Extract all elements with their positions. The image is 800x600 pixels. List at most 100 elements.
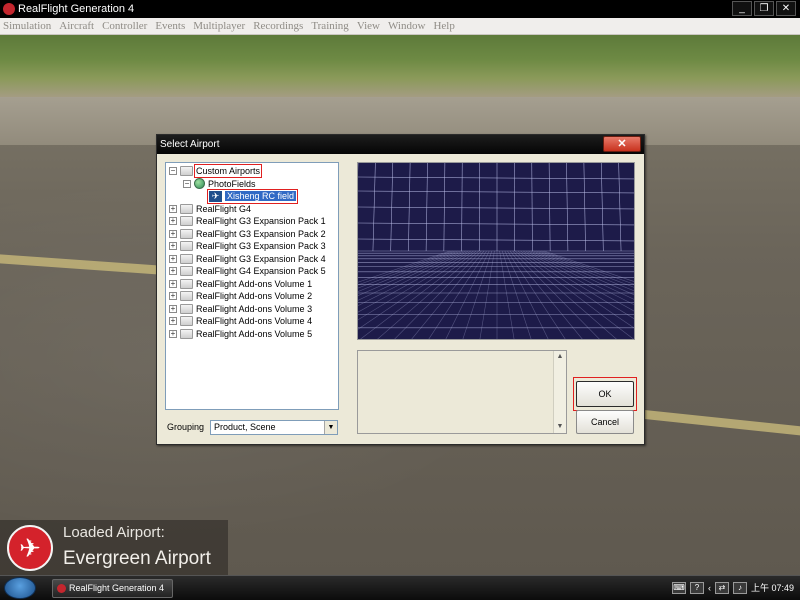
globe-icon xyxy=(194,178,205,190)
tree-label: RealFlight G4 xyxy=(196,203,252,214)
dialog-title: Select Airport xyxy=(160,139,220,150)
folder-icon xyxy=(180,228,193,239)
tree-node[interactable]: + RealFlight G3 Expansion Pack 3 xyxy=(166,240,338,253)
taskbar: RealFlight Generation 4 ⌨ ? ‹ ⇄ ♪ 上午 07:… xyxy=(0,575,800,600)
menu-simulation[interactable]: Simulation xyxy=(3,20,51,32)
grid-line xyxy=(358,190,634,194)
dialog-titlebar: Select Airport ✕ xyxy=(157,135,644,154)
window-controls: _ ❐ ✕ xyxy=(732,1,796,16)
menu-training[interactable]: Training xyxy=(311,20,349,32)
tree-node-custom-airports[interactable]: − Custom Airports xyxy=(166,164,338,179)
grid-line xyxy=(411,250,485,339)
collapse-icon[interactable]: − xyxy=(169,167,177,176)
expand-icon[interactable]: + xyxy=(169,279,177,288)
expand-icon[interactable]: + xyxy=(169,292,177,301)
tree-node[interactable]: + RealFlight Add-ons Volume 1 xyxy=(166,278,338,291)
menu-view[interactable]: View xyxy=(357,20,380,32)
dialog-close-icon[interactable]: ✕ xyxy=(603,136,641,152)
tree-node[interactable]: + RealFlight G4 xyxy=(166,203,338,216)
menu-window[interactable]: Window xyxy=(388,20,425,32)
grid-line xyxy=(531,163,533,252)
grouping-label: Grouping xyxy=(167,422,205,432)
tray-expand-icon[interactable]: ‹ xyxy=(708,583,711,593)
help-icon[interactable]: ? xyxy=(689,581,704,594)
menu-recordings[interactable]: Recordings xyxy=(253,20,303,32)
grid-line xyxy=(461,163,463,252)
grid-line xyxy=(408,163,411,252)
close-icon[interactable]: ✕ xyxy=(776,1,796,16)
restore-icon[interactable]: ❐ xyxy=(754,1,774,16)
expand-icon[interactable]: + xyxy=(169,329,177,338)
network-icon[interactable]: ⇄ xyxy=(714,581,729,594)
select-airport-dialog: Select Airport ✕ − Custom Airports − Pho… xyxy=(156,134,645,445)
minimize-icon[interactable]: _ xyxy=(732,1,752,16)
folder-icon xyxy=(180,253,193,264)
clock: 上午 07:49 xyxy=(750,583,794,593)
taskbar-app-label: RealFlight Generation 4 xyxy=(69,583,165,593)
taskbar-app-button[interactable]: RealFlight Generation 4 xyxy=(52,579,173,598)
tree-label: PhotoFields xyxy=(208,178,256,189)
expand-icon[interactable]: + xyxy=(169,217,177,226)
expand-icon[interactable]: + xyxy=(169,317,177,326)
expand-icon[interactable]: + xyxy=(169,267,177,276)
menu-aircraft[interactable]: Aircraft xyxy=(59,20,94,32)
loaded-airport-label: Loaded Airport: xyxy=(63,524,165,541)
tree-label: RealFlight Add-ons Volume 3 xyxy=(196,303,313,314)
menu-controller[interactable]: Controller xyxy=(102,20,147,32)
cancel-button[interactable]: Cancel xyxy=(576,410,634,434)
expand-icon[interactable]: + xyxy=(169,304,177,313)
grid-line xyxy=(358,250,453,286)
tree-label: RealFlight G3 Expansion Pack 4 xyxy=(196,253,326,264)
scroll-up-icon[interactable]: ▲ xyxy=(554,351,566,363)
tree-label: RealFlight Add-ons Volume 4 xyxy=(196,316,313,327)
grid-line xyxy=(566,163,569,252)
folder-icon xyxy=(180,303,193,314)
system-tray: ⌨ ? ‹ ⇄ ♪ 上午 07:49 xyxy=(671,581,794,594)
airport-preview xyxy=(357,162,635,340)
ok-button[interactable]: OK xyxy=(576,381,634,407)
menu-events[interactable]: Events xyxy=(155,20,185,32)
grid-line xyxy=(509,250,583,339)
tree-node[interactable]: + RealFlight Add-ons Volume 2 xyxy=(166,290,338,303)
start-button-icon[interactable] xyxy=(4,577,36,599)
volume-icon[interactable]: ♪ xyxy=(732,581,747,594)
grid-line xyxy=(428,250,487,339)
keyboard-icon[interactable]: ⌨ xyxy=(671,581,686,594)
grid-line xyxy=(358,250,461,296)
grass-strip xyxy=(0,35,800,97)
expand-icon[interactable]: + xyxy=(169,204,177,213)
grid-line xyxy=(443,163,446,252)
tree-node[interactable]: + RealFlight Add-ons Volume 5 xyxy=(166,328,338,341)
grid-line xyxy=(507,250,566,339)
folder-icon xyxy=(180,266,193,277)
tree-label: RealFlight G3 Expansion Pack 3 xyxy=(196,241,326,252)
runway-marking xyxy=(640,409,800,440)
menu-help[interactable]: Help xyxy=(433,20,454,32)
tree-node[interactable]: + RealFlight Add-ons Volume 3 xyxy=(166,303,338,316)
description-scrollbar[interactable]: ▲ ▼ xyxy=(553,351,566,433)
grid-line xyxy=(360,250,477,339)
tree-label: RealFlight G3 Expansion Pack 1 xyxy=(196,216,326,227)
tree-node[interactable]: + RealFlight Add-ons Volume 4 xyxy=(166,315,338,328)
tree-node[interactable]: + RealFlight G3 Expansion Pack 2 xyxy=(166,228,338,241)
tree-node[interactable]: + RealFlight G3 Expansion Pack 1 xyxy=(166,215,338,228)
collapse-icon[interactable]: − xyxy=(183,179,191,188)
tree-label: RealFlight Add-ons Volume 5 xyxy=(196,328,313,339)
tree-label: Xisheng RC field xyxy=(225,191,297,202)
tree-node-selected-field[interactable]: ✈ Xisheng RC field xyxy=(166,188,338,204)
menu-multiplayer[interactable]: Multiplayer xyxy=(193,20,245,32)
app-icon xyxy=(3,3,15,15)
airport-tree[interactable]: − Custom Airports − PhotoFields ✈ Xishen… xyxy=(165,162,339,410)
tree-node[interactable]: + RealFlight G3 Expansion Pack 4 xyxy=(166,253,338,266)
folder-icon xyxy=(180,216,193,227)
grid-line xyxy=(600,163,604,252)
chevron-down-icon[interactable]: ▼ xyxy=(324,421,337,434)
tree-node[interactable]: + RealFlight G4 Expansion Pack 5 xyxy=(166,265,338,278)
tree-node-photofields[interactable]: − PhotoFields xyxy=(166,178,338,191)
grouping-select[interactable]: Product, Scene ▼ xyxy=(210,420,338,435)
expand-icon[interactable]: + xyxy=(169,229,177,238)
expand-icon[interactable]: + xyxy=(169,242,177,251)
scroll-down-icon[interactable]: ▼ xyxy=(554,421,566,433)
preview-grid-graphic xyxy=(358,163,634,339)
expand-icon[interactable]: + xyxy=(169,254,177,263)
